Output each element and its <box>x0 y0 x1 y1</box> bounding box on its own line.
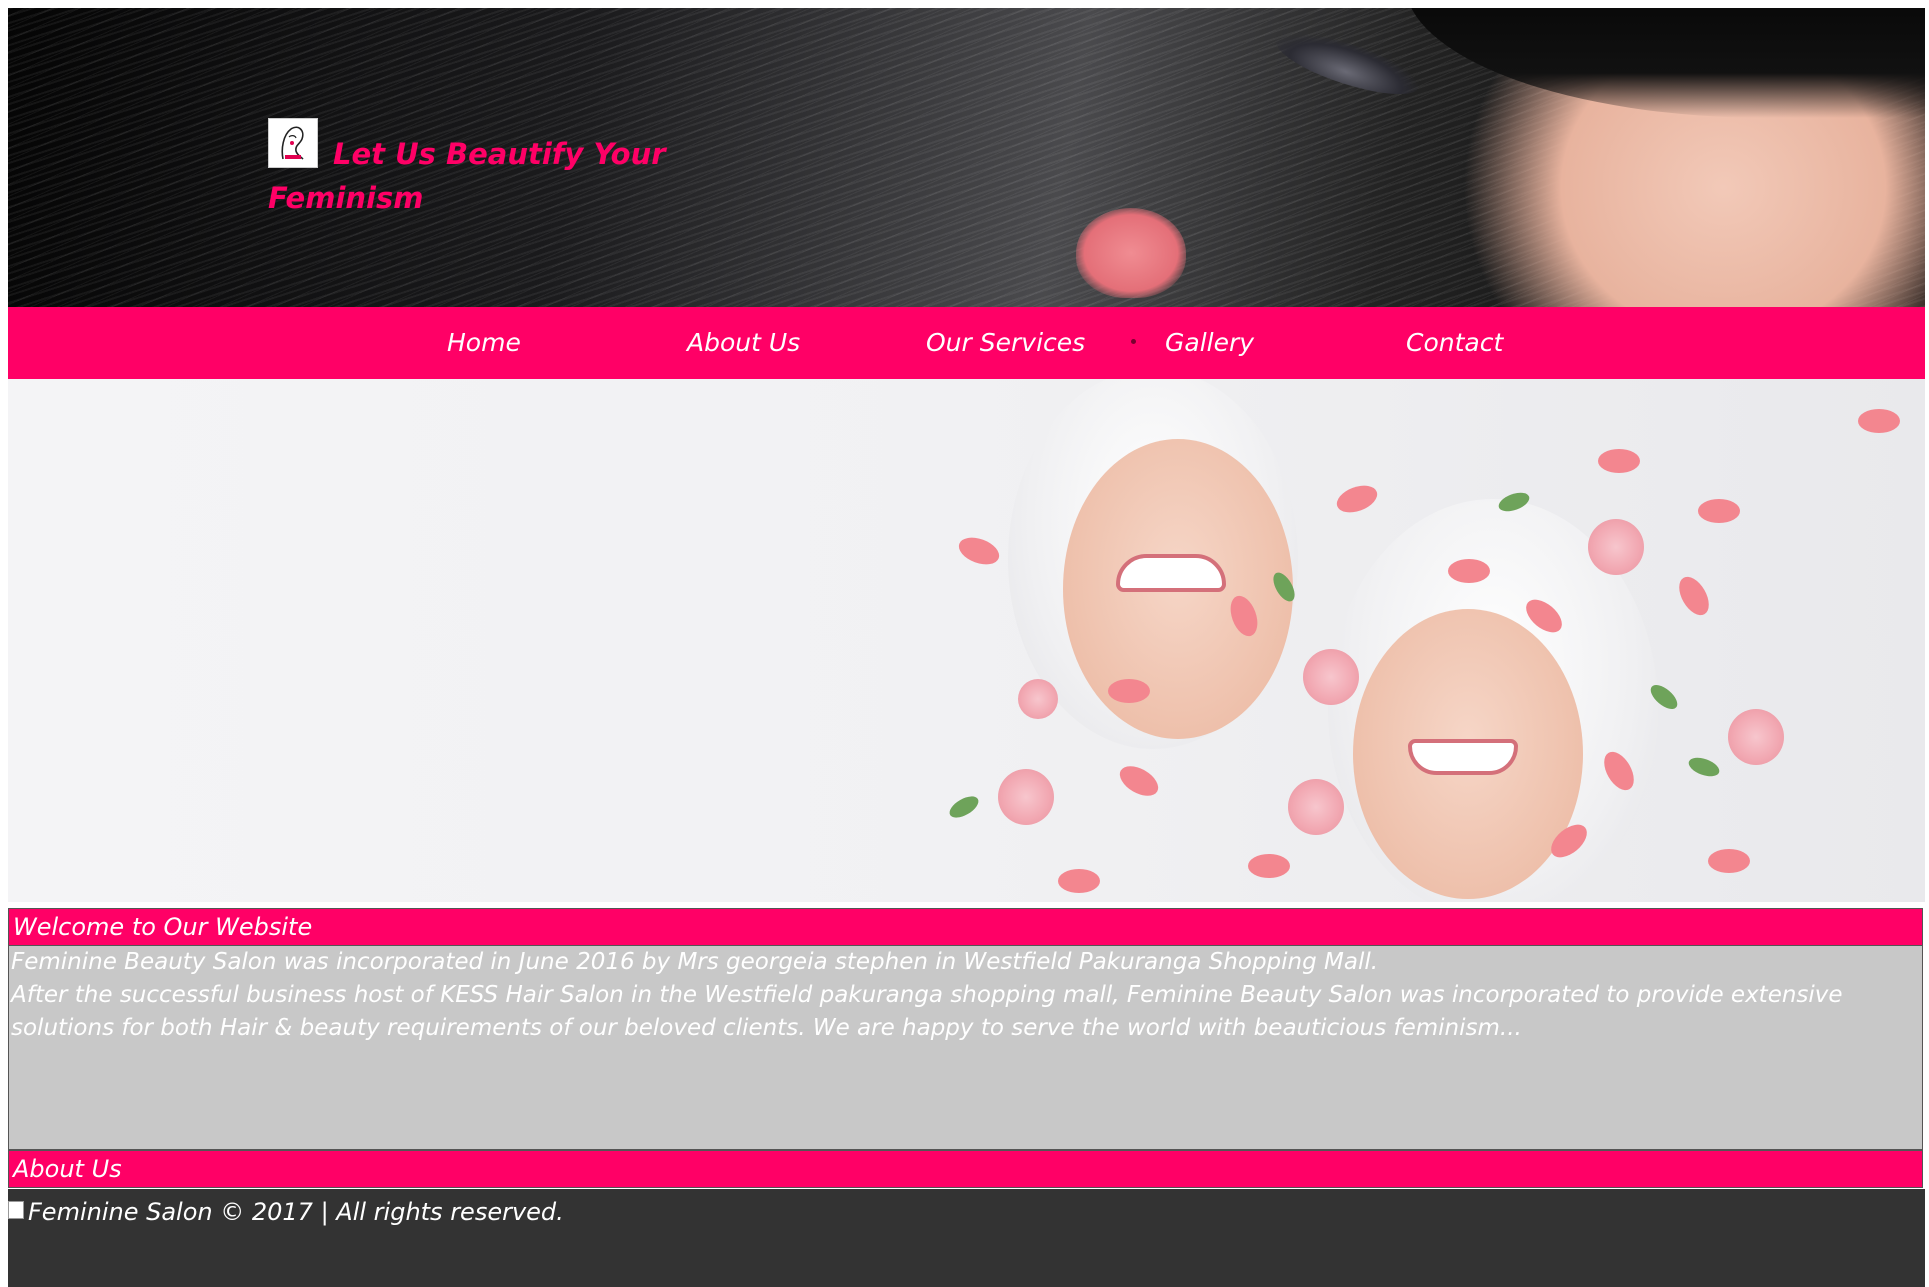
welcome-line-1: Feminine Beauty Salon was incorporated i… <box>11 949 1379 975</box>
rose <box>1018 679 1058 719</box>
petal <box>1448 559 1490 583</box>
petal <box>1708 849 1750 873</box>
petal <box>1108 679 1150 703</box>
footer: Feminine Salon © 2017 | All rights reser… <box>8 1189 1925 1287</box>
banner-lips <box>1076 208 1186 298</box>
petal <box>1114 760 1164 802</box>
petal <box>955 532 1003 570</box>
dropdown-indicator-icon[interactable] <box>1131 339 1136 344</box>
welcome-title: Welcome to Our Website <box>9 909 1922 946</box>
hero-image <box>8 379 1925 902</box>
main-nav: Home About Us Our Services Gallery Conta… <box>8 307 1925 379</box>
nav-item-home[interactable]: Home <box>447 329 521 357</box>
petal <box>1248 854 1290 878</box>
smile-right <box>1408 739 1518 775</box>
header-tagline: Let Us Beautify Your Feminism <box>268 137 666 215</box>
welcome-text: Feminine Beauty Salon was incorporated i… <box>9 946 1922 1045</box>
petal <box>1333 480 1381 518</box>
rose <box>1728 709 1784 765</box>
petal <box>1058 869 1100 893</box>
broken-image-icon <box>8 1201 24 1219</box>
about-title: About Us <box>9 1151 1922 1187</box>
nav-item-gallery[interactable]: Gallery <box>1165 329 1254 357</box>
leaf <box>1686 754 1722 780</box>
rose <box>1303 649 1359 705</box>
nav-item-contact[interactable]: Contact <box>1406 329 1503 357</box>
welcome-line-2: After the successful business host of KE… <box>11 982 1843 1041</box>
page: Let Us Beautify Your Feminism Home About… <box>8 8 1925 1287</box>
rose <box>1588 519 1644 575</box>
petal <box>1673 571 1715 621</box>
header-banner: Let Us Beautify Your Feminism <box>8 8 1925 307</box>
smile-left <box>1116 554 1226 592</box>
nav-item-about-us[interactable]: About Us <box>687 329 800 357</box>
footer-copyright: Feminine Salon © 2017 | All rights reser… <box>28 1198 564 1226</box>
rose <box>998 769 1054 825</box>
about-section: About Us <box>8 1150 1923 1188</box>
petal <box>1698 499 1740 523</box>
petal <box>1858 409 1900 433</box>
rose <box>1288 779 1344 835</box>
nav-item-our-services[interactable]: Our Services <box>926 329 1085 357</box>
petal <box>1598 449 1640 473</box>
leaf <box>946 792 982 822</box>
welcome-section: Welcome to Our Website Feminine Beauty S… <box>8 908 1923 1150</box>
